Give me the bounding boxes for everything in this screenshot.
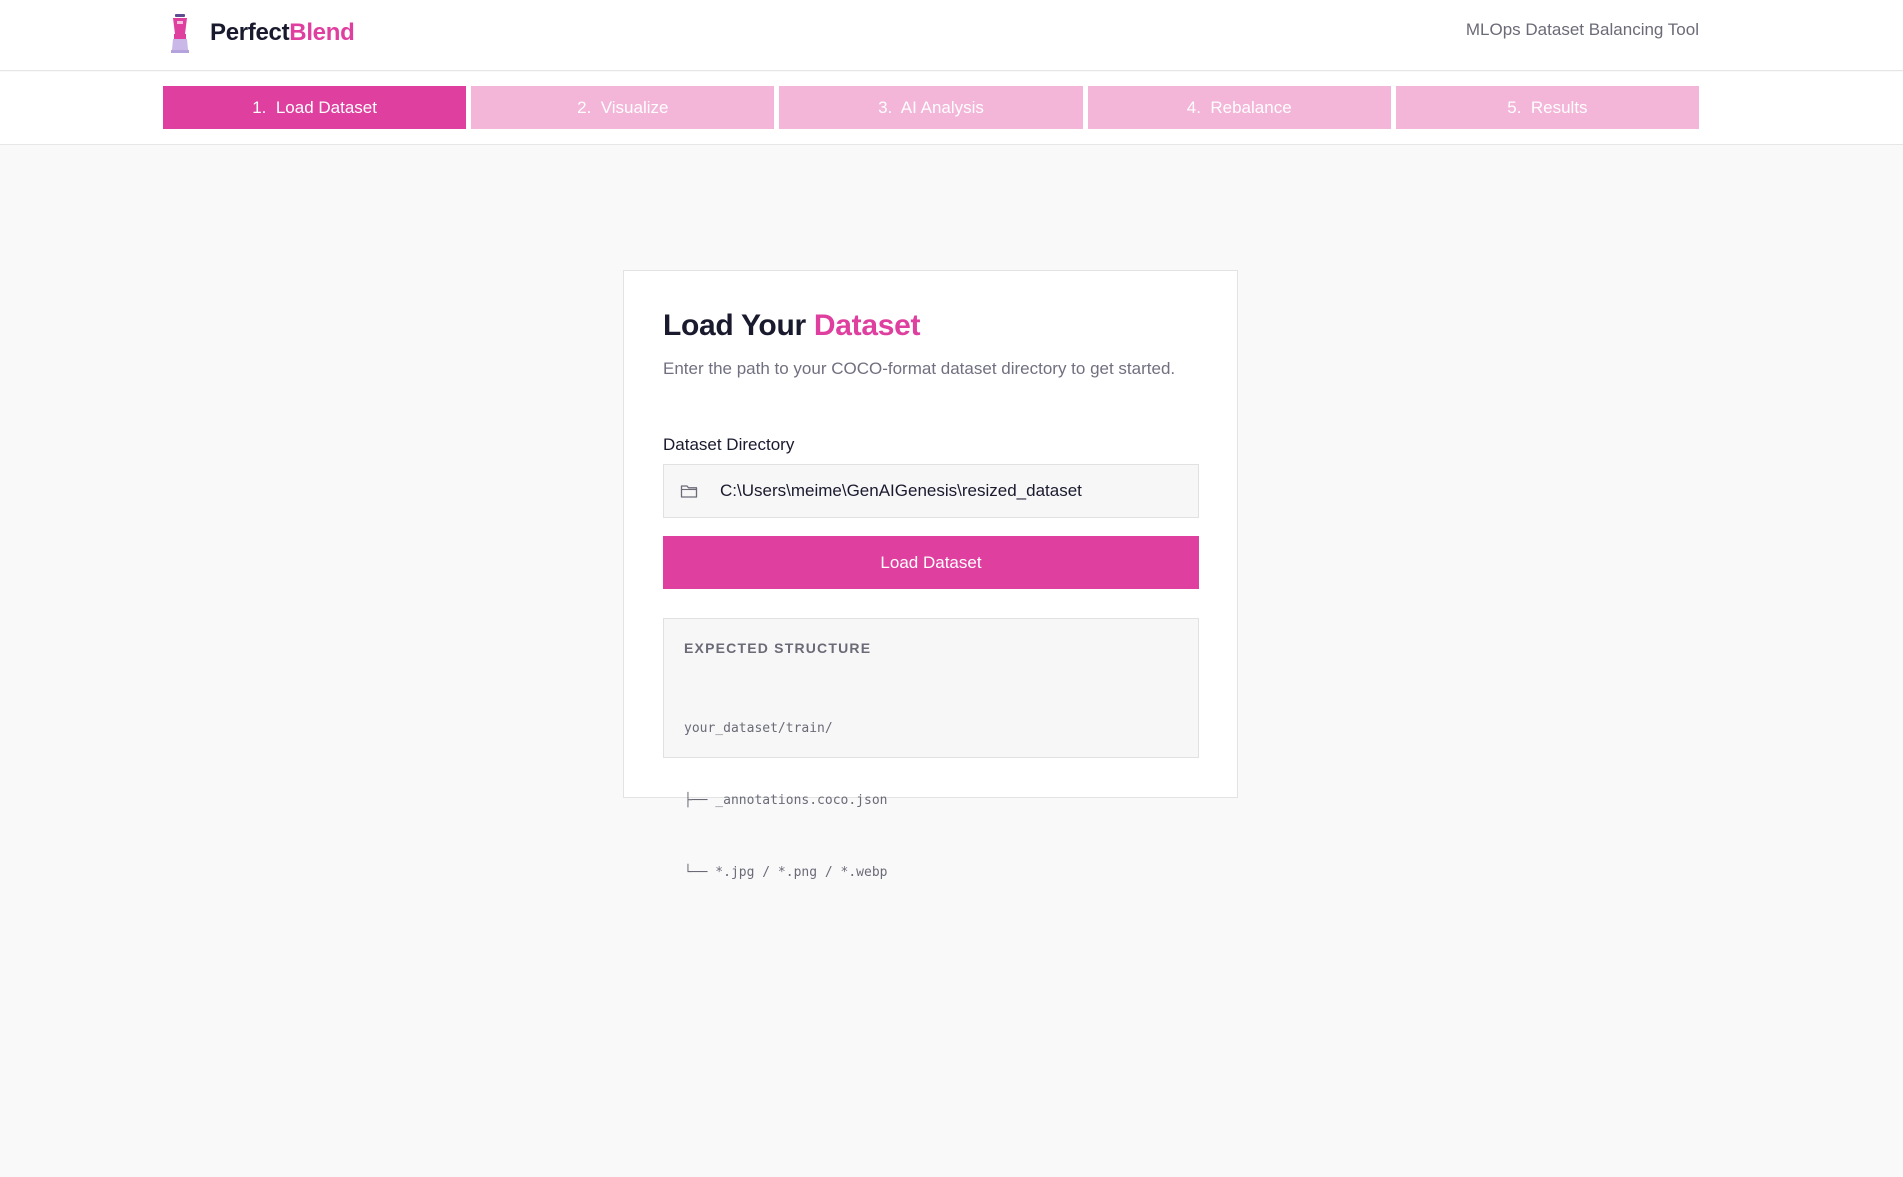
structure-line: ├── _annotations.coco.json <box>684 793 888 808</box>
brand-name: PerfectBlend <box>210 19 355 46</box>
dataset-directory-field[interactable] <box>663 464 1199 518</box>
brand[interactable]: PerfectBlend <box>168 12 355 54</box>
load-dataset-card: Load Your Dataset Enter the path to your… <box>623 270 1238 880</box>
card-title: Load Your Dataset <box>663 309 921 342</box>
step-results[interactable]: 5. Results <box>1395 86 1700 129</box>
card-description: Enter the path to your COCO-format datas… <box>663 359 1176 378</box>
steps-bar: 1. Load Dataset 2. Visualize 3. AI Analy… <box>0 72 1903 145</box>
structure-tree: your_dataset/train/ ├── _annotations.coc… <box>684 669 888 933</box>
app-header: PerfectBlend MLOps Dataset Balancing Too… <box>0 0 1903 71</box>
tagline: MLOps Dataset Balancing Tool <box>1465 20 1699 39</box>
step-tabs: 1. Load Dataset 2. Visualize 3. AI Analy… <box>163 86 1700 129</box>
step-rebalance[interactable]: 4. Rebalance <box>1087 86 1391 129</box>
step-visualize[interactable]: 2. Visualize <box>471 86 775 129</box>
step-ai-analysis[interactable]: 3. AI Analysis <box>779 86 1083 129</box>
load-dataset-button[interactable]: Load Dataset <box>663 536 1199 589</box>
structure-line: your_dataset/train/ <box>684 721 833 736</box>
blender-icon <box>171 14 189 53</box>
expected-structure-box: EXPECTED STRUCTURE your_dataset/train/ ├… <box>663 618 1199 880</box>
dataset-path-input[interactable] <box>720 476 1190 506</box>
dataset-directory-label: Dataset Directory <box>663 435 795 454</box>
folder-icon <box>680 485 698 498</box>
step-load-dataset[interactable]: 1. Load Dataset <box>163 86 467 129</box>
structure-line: └── *.jpg / *.png / *.webp <box>684 865 888 880</box>
structure-title: EXPECTED STRUCTURE <box>684 640 872 656</box>
